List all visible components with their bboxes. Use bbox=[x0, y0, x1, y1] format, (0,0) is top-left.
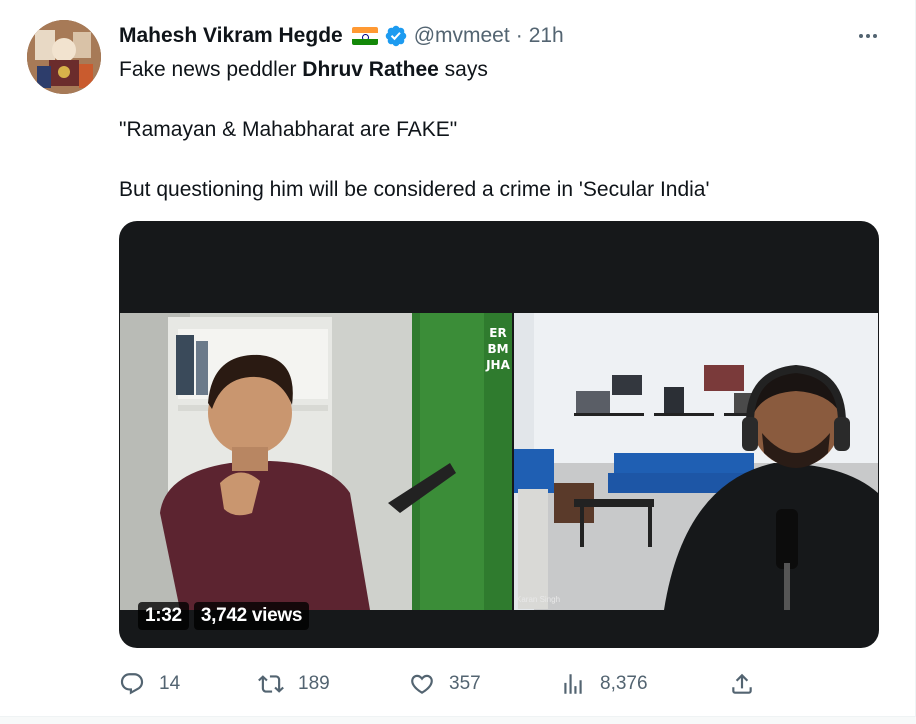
views-button[interactable]: 8,376 bbox=[560, 666, 648, 702]
share-button[interactable] bbox=[729, 666, 755, 702]
tweet-header: Mahesh Vikram Hegde @mvmeet · 21h bbox=[119, 22, 564, 50]
reply-icon bbox=[120, 673, 144, 695]
tweet-text-line-1: Fake news peddler Dhruv Rathee says bbox=[119, 58, 488, 81]
video-frame-right bbox=[514, 313, 878, 610]
verified-badge-icon[interactable] bbox=[384, 24, 408, 48]
mentioned-name: Dhruv Rathee bbox=[302, 58, 439, 81]
handle[interactable]: @mvmeet bbox=[414, 23, 510, 49]
separator-dot: · bbox=[515, 24, 523, 47]
tweet-text-line-2: "Ramayan & Mahabharat are FAKE" bbox=[119, 118, 458, 141]
participant-name-label: Karan Singh bbox=[516, 595, 561, 604]
video-frame-left bbox=[120, 313, 512, 610]
video-player[interactable]: ER BM JHA Karan Singh 1:32 3,742 views bbox=[119, 221, 879, 648]
analytics-icon bbox=[564, 674, 582, 694]
avatar[interactable] bbox=[27, 20, 101, 94]
video-views: 3,742 views bbox=[193, 602, 310, 630]
reply-button[interactable]: 14 bbox=[119, 666, 180, 702]
display-name[interactable]: Mahesh Vikram Hegde bbox=[119, 23, 343, 49]
views-count: 8,376 bbox=[600, 673, 648, 694]
video-overlay: 1:32 3,742 views bbox=[138, 602, 310, 630]
retweet-icon bbox=[258, 675, 284, 693]
video-watermark: ER BM JHA bbox=[486, 326, 510, 372]
share-icon bbox=[732, 673, 752, 694]
retweet-button[interactable]: 189 bbox=[258, 666, 330, 702]
video-duration: 1:32 bbox=[138, 602, 189, 630]
timestamp[interactable]: 21h bbox=[529, 23, 564, 49]
retweet-count: 189 bbox=[298, 673, 330, 694]
like-button[interactable]: 357 bbox=[409, 666, 481, 702]
tweet-divider bbox=[0, 716, 916, 724]
avatar-image bbox=[27, 20, 101, 94]
tweet-actions: 14 189 357 8,376 bbox=[119, 666, 759, 702]
like-count: 357 bbox=[449, 673, 481, 694]
tweet[interactable]: Mahesh Vikram Hegde @mvmeet · 21h Fake n… bbox=[0, 0, 916, 724]
more-options-icon[interactable] bbox=[851, 24, 885, 48]
heart-icon bbox=[411, 674, 433, 694]
tweet-text-line-3: But questioning him will be considered a… bbox=[119, 178, 710, 201]
reply-count: 14 bbox=[159, 673, 181, 694]
india-flag-icon bbox=[351, 27, 378, 45]
